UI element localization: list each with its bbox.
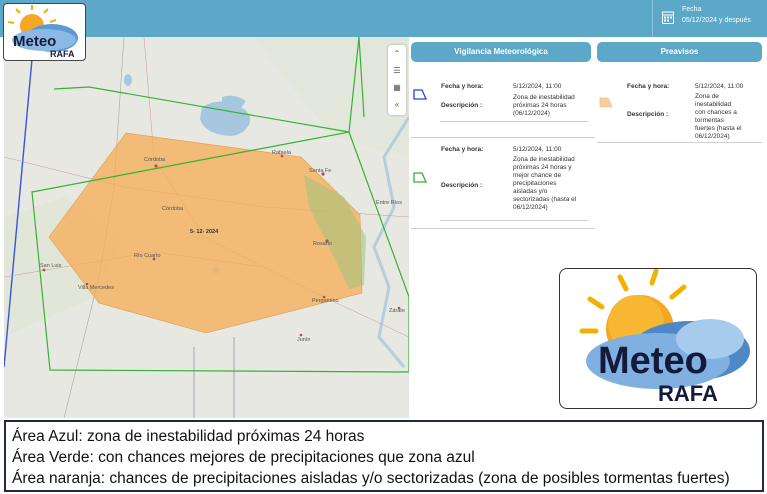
legend-line-green: Área Verde: con chances mejores de preci… [12,449,475,466]
logo-small-text-2: RAFA [50,49,75,59]
place-label: Rosario [313,241,332,247]
vigilancia-entry[interactable]: Fecha y hora: 5/12/2024, 11:00 Descripci… [411,80,595,130]
blue-zone-swatch [413,89,427,100]
tab-preavisos[interactable]: Preavisos [597,42,762,62]
place-label: San Luis [40,263,62,269]
place-label: Santa Fe [309,168,331,174]
layers-icon[interactable]: ☰ [388,62,406,79]
place-label: Zárate [389,308,405,314]
logo-large: Meteo RAFA [559,268,757,409]
place-label: Pergamino [312,298,339,304]
place-label: Villa Mercedes [78,285,114,291]
chevrons-left-icon[interactable]: « [388,96,406,113]
legend-line-orange: Área naranja: chances de precipitaciones… [12,470,730,487]
place-label: Entre Ríos [376,200,402,206]
qr-icon[interactable]: ▦ [388,79,406,96]
legend-box: Área Azul: zona de inestabilidad próxima… [4,420,764,492]
logo-large-text-1: Meteo [598,340,708,382]
place-label: Rafaela [272,150,292,156]
divider [411,137,595,138]
place-label: Córdoba [144,157,166,163]
date-value: 05/12/2024 y después [682,17,751,24]
map-controls: ⌃ ☰ ▦ « [388,45,406,115]
green-zone-swatch [413,172,427,183]
map-view[interactable]: Córdoba Rafaela Santa Fe Entre Ríos Córd… [4,37,409,418]
tab-vigilancia[interactable]: Vigilancia Meteorológica [411,42,591,62]
legend-line-blue: Área Azul: zona de inestabilidad próxima… [12,428,365,445]
city-cordoba-marker [154,164,158,168]
logo-large-text-2: RAFA [658,381,718,406]
map-canvas[interactable]: Córdoba Rafaela Santa Fe Entre Ríos Córd… [4,37,409,418]
logo-small-text-1: Meteo [13,33,56,50]
divider [597,142,762,143]
chevrons-up-icon[interactable]: ⌃ [388,45,406,62]
zone-date-label: 5- 12- 2024 [190,229,219,235]
divider [411,228,595,229]
place-label: Río Cuarto [134,253,161,259]
divider [440,220,588,221]
place-label: Córdoba [162,206,184,212]
logo-small: Meteo RAFA [3,3,86,61]
vigilancia-entry[interactable]: Fecha y hora: 5/12/2024, 11:00 Descripci… [411,143,595,223]
place-label: Junín [297,337,310,343]
date-filter[interactable]: Fecha 05/12/2024 y después [652,0,767,37]
preaviso-entry[interactable]: Fecha y hora: 5/12/2024, 11:00 Descripci… [597,80,762,140]
orange-zone-swatch [599,97,613,108]
divider [440,121,588,122]
calendar-icon [662,11,674,24]
date-label: Fecha [682,6,702,13]
